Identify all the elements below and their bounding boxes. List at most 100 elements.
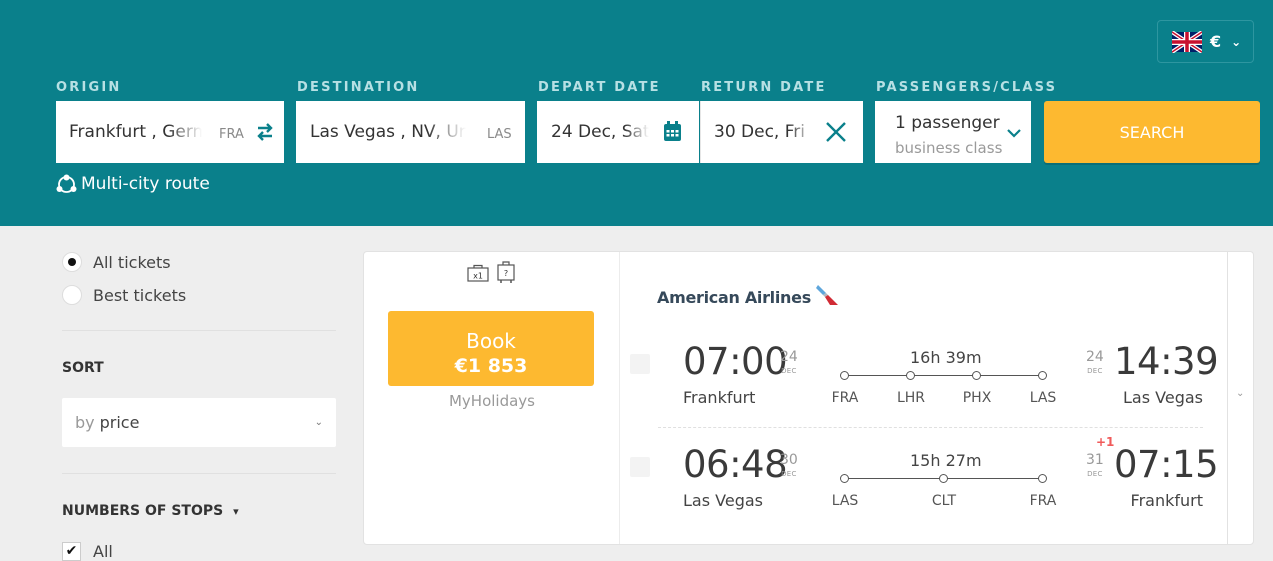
departure-date: 30 DEC (780, 453, 798, 481)
agency-name: MyHolidays (448, 392, 535, 410)
return-date-input[interactable]: 30 Dec, Fri (700, 101, 863, 163)
passengers-class-selector[interactable]: 1 passenger business class (875, 101, 1031, 163)
stop-code: LHR (896, 390, 926, 406)
destination-label: DESTINATION (297, 80, 420, 95)
language-currency-selector[interactable]: € ⌄ (1157, 20, 1254, 63)
stop-code: FRA (1029, 493, 1057, 509)
arrival-city: Frankfurt (1130, 491, 1203, 510)
calendar-icon[interactable] (663, 121, 682, 142)
departure-day: 30 (780, 452, 798, 468)
depart-date-label: DEPART DATE (538, 80, 661, 95)
clear-date-icon[interactable] (825, 121, 847, 143)
all-tickets-radio[interactable]: All tickets (62, 252, 171, 272)
swap-icon[interactable] (255, 122, 275, 142)
departure-time: 06:48 (683, 443, 788, 486)
segment-select-checkbox[interactable] (630, 457, 650, 477)
departure-day: 24 (780, 349, 798, 365)
origin-value: Frankfurt , Germany (69, 122, 202, 142)
sort-value: price (99, 413, 140, 432)
stop-dot (1038, 474, 1047, 483)
radio-unchecked-icon[interactable] (62, 285, 82, 305)
booking-panel: x1 ? Book €1 853 MyHolidays (364, 252, 620, 544)
all-tickets-label: All tickets (93, 252, 171, 272)
arrival-month: DEC (1087, 367, 1103, 375)
stop-dot (972, 371, 981, 380)
sort-prefix: by (75, 413, 95, 432)
destination-value: Las Vegas , NV, United States (310, 122, 466, 142)
cabin-class: business class (895, 139, 1003, 157)
radio-checked-icon[interactable] (62, 252, 82, 272)
segment-divider (658, 427, 1203, 428)
multi-city-icon (56, 174, 77, 193)
origin-label: ORIGIN (56, 80, 122, 95)
search-header: € ⌄ ORIGIN DESTINATION DEPART DATE RETUR… (0, 0, 1273, 226)
departure-time: 07:00 (683, 340, 788, 383)
airline-logo: American Airlines (657, 284, 840, 307)
stop-code: CLT (931, 493, 957, 509)
route-line (846, 375, 1043, 376)
stop-dot (840, 371, 849, 380)
stops-heading-label: NUMBERS OF STOPS (62, 503, 224, 519)
origin-input[interactable]: Frankfurt , Germany FRA (56, 101, 284, 163)
depart-date-input[interactable]: 24 Dec, Sat (537, 101, 699, 163)
destination-input[interactable]: Las Vegas , NV, United States LAS (296, 101, 525, 163)
flight-duration: 15h 27m (910, 451, 982, 470)
expand-details-toggle[interactable]: ⌄ (1227, 252, 1253, 544)
checked-baggage-icon: x1 (467, 264, 489, 282)
stop-code: PHX (962, 390, 992, 406)
chevron-down-icon (1007, 129, 1021, 138)
departure-city: Las Vegas (683, 491, 763, 510)
return-segment[interactable]: 06:48 30 DEC Las Vegas 15h 27m LAS CLT F… (620, 435, 1229, 535)
flight-duration: 16h 39m (910, 348, 982, 367)
best-tickets-radio[interactable]: Best tickets (62, 285, 186, 305)
stop-dot (906, 371, 915, 380)
stop-code: LAS (831, 493, 859, 509)
search-button[interactable]: SEARCH (1044, 101, 1260, 163)
arrival-time: 07:15 (1114, 443, 1219, 486)
origin-code: FRA (219, 127, 244, 142)
stop-code: LAS (1029, 390, 1057, 406)
cabin-baggage-status: ? (504, 269, 508, 278)
stops-all-checkbox[interactable]: ✔ (62, 542, 81, 561)
sort-heading: SORT (62, 360, 104, 376)
book-button[interactable]: Book €1 853 (388, 311, 594, 386)
airline-name: American Airlines (657, 288, 811, 307)
segment-select-checkbox[interactable] (630, 354, 650, 374)
stops-all-label: All (93, 542, 113, 561)
currency-symbol: € (1210, 32, 1222, 51)
departure-city: Frankfurt (683, 388, 756, 407)
arrival-date: 31 DEC (1086, 453, 1104, 481)
stop-dot (840, 474, 849, 483)
checked-baggage-count: x1 (473, 272, 483, 281)
chevron-down-icon: ⌄ (1236, 388, 1245, 399)
departure-month: DEC (781, 470, 797, 478)
sidebar-divider (62, 330, 336, 331)
stop-dot (939, 474, 948, 483)
chevron-down-icon: ⌄ (314, 417, 323, 428)
arrival-month: DEC (1087, 470, 1103, 478)
best-tickets-label: Best tickets (93, 285, 187, 305)
departure-month: DEC (781, 367, 797, 375)
checkmark-icon: ✔ (65, 543, 78, 559)
stops-filter-heading[interactable]: NUMBERS OF STOPS ▾ (62, 503, 239, 519)
passenger-count: 1 passenger (895, 113, 1000, 133)
stop-dot (1038, 371, 1047, 380)
departure-date: 24 DEC (780, 350, 798, 378)
uk-flag-icon (1172, 30, 1202, 53)
return-date-value: 30 Dec, Fri (714, 122, 805, 142)
sort-select[interactable]: by price ⌄ (62, 398, 336, 447)
american-airlines-flight-symbol-icon (815, 284, 838, 305)
arrival-day: 24 (1086, 349, 1104, 365)
chevron-down-icon: ⌄ (1231, 34, 1242, 49)
outbound-segment[interactable]: 07:00 24 DEC Frankfurt 16h 39m FRA LHR P… (620, 332, 1229, 432)
caret-down-icon: ▾ (233, 505, 239, 518)
depart-date-value: 24 Dec, Sat (551, 122, 649, 142)
destination-code: LAS (487, 127, 512, 142)
arrival-date: 24 DEC (1086, 350, 1104, 378)
day-offset-badge: +1 (1096, 435, 1115, 449)
arrival-day: 31 (1086, 452, 1104, 468)
book-label: Book (466, 328, 516, 353)
multi-city-route-link[interactable]: Multi-city route (56, 174, 210, 194)
arrival-city: Las Vegas (1123, 388, 1203, 407)
price: €1 853 (454, 354, 528, 377)
